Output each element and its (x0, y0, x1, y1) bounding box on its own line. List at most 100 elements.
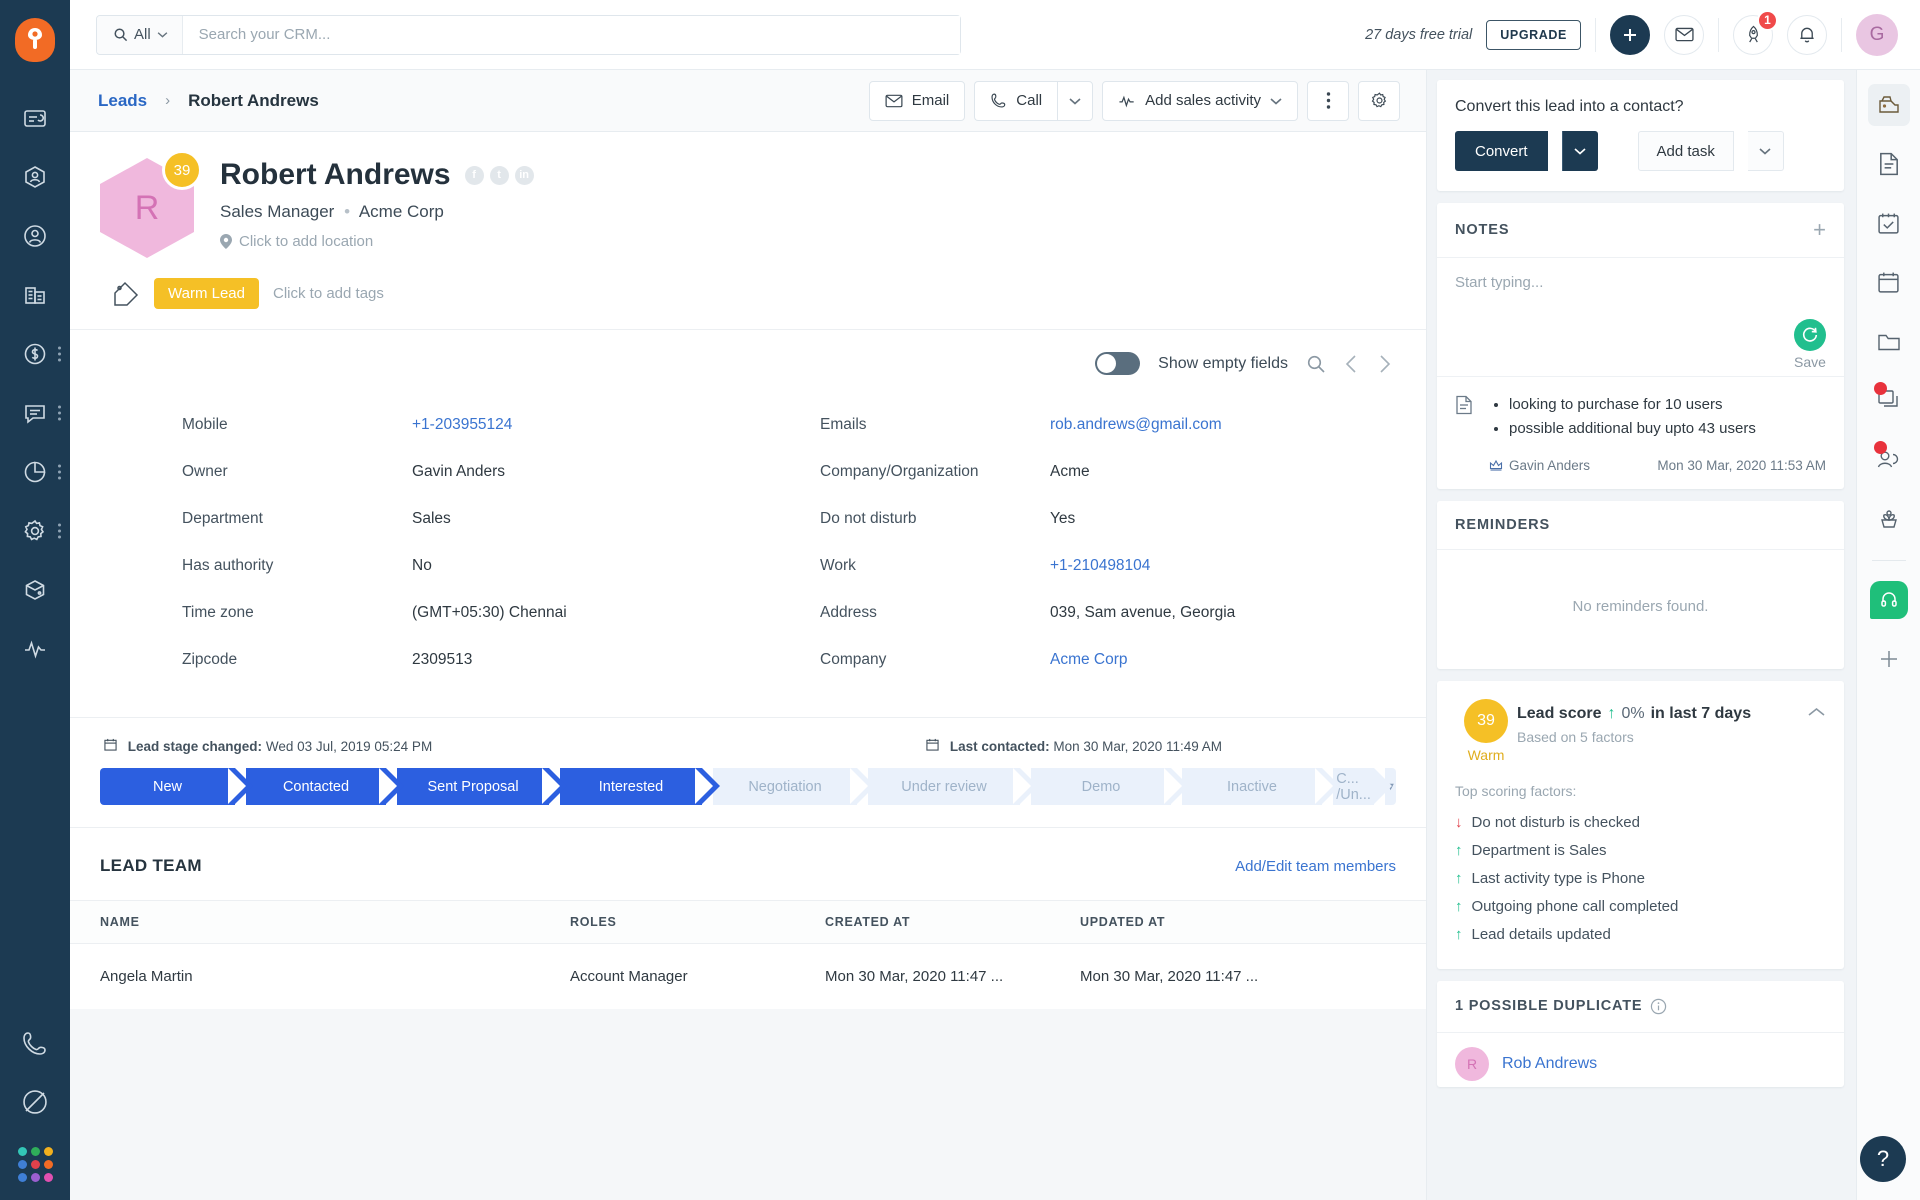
stage-contacted[interactable]: Contacted (228, 768, 404, 805)
rail-item-support-chat[interactable] (1868, 579, 1910, 621)
field-row: Mobile +1-203955124 (182, 401, 788, 448)
sidebar-item-reports[interactable] (0, 442, 70, 501)
highlights-icon (1878, 96, 1899, 113)
note-input-placeholder: Start typing... (1455, 274, 1544, 291)
column-header-updated-at: UPDATED AT (1070, 900, 1426, 944)
rail-item-tasks[interactable] (1868, 202, 1910, 244)
note-composer[interactable]: Start typing... Save (1437, 258, 1844, 376)
sidebar-item-contacts[interactable] (0, 206, 70, 265)
sidebar-more-deals[interactable] (58, 346, 61, 361)
search-scope-dropdown[interactable]: All (97, 15, 183, 54)
sidebar-more-reports[interactable] (58, 464, 61, 479)
rail-item-contacts[interactable] (1868, 438, 1910, 480)
rail-item-highlights[interactable] (1867, 84, 1910, 126)
divider (1841, 17, 1842, 52)
sidebar-more-conversations[interactable] (58, 405, 61, 420)
freshsales-logo[interactable] (15, 18, 55, 62)
add-button[interactable] (1610, 14, 1650, 55)
email-action-button[interactable]: Email (868, 80, 966, 121)
email-button[interactable] (1664, 14, 1704, 55)
calendar-icon (104, 738, 117, 751)
convert-button[interactable]: Convert (1455, 131, 1548, 171)
search-input[interactable] (182, 15, 960, 54)
convert-lead-card: Convert this lead into a contact? Conver… (1437, 80, 1844, 191)
stage-sent-proposal[interactable]: Sent Proposal (379, 768, 567, 805)
add-task-button[interactable]: Add task (1637, 131, 1734, 171)
add-sales-activity-button[interactable]: Add sales activity (1102, 80, 1298, 121)
breadcrumb-parent[interactable]: Leads (98, 91, 147, 111)
rail-item-appointments[interactable] (1868, 261, 1910, 303)
linkedin-icon[interactable]: in (514, 165, 534, 185)
field-value[interactable]: +1-210498104 (1050, 557, 1150, 575)
add-location-link[interactable]: Click to add location (220, 233, 1396, 250)
left-sidebar (0, 0, 70, 1200)
badge-indicator (1873, 441, 1887, 454)
sidebar-item-activity[interactable] (0, 619, 70, 678)
upgrade-button[interactable]: UPGRADE (1486, 19, 1581, 50)
field-value[interactable]: +1-203955124 (412, 416, 512, 434)
save-note-button[interactable]: Save (1794, 319, 1826, 370)
info-icon[interactable] (1650, 998, 1667, 1015)
whats-new-button[interactable]: 1 (1733, 9, 1778, 55)
sidebar-item-conversations[interactable] (0, 383, 70, 442)
sidebar-item-products[interactable] (0, 560, 70, 619)
stage-interested[interactable]: Interested (542, 768, 720, 805)
sidebar-more-settings[interactable] (58, 523, 61, 538)
sidebar-item-settings[interactable] (0, 501, 70, 560)
duplicate-name[interactable]: Rob Andrews (1502, 1055, 1597, 1073)
add-tags-link[interactable]: Click to add tags (273, 285, 384, 302)
table-row[interactable]: Angela Martin Account Manager Mon 30 Mar… (70, 944, 1426, 1010)
stage-demo[interactable]: Demo (1013, 768, 1189, 805)
rail-item-emails[interactable] (1868, 379, 1910, 421)
sidebar-item-accounts[interactable] (0, 265, 70, 324)
rail-item-notes[interactable] (1868, 143, 1910, 185)
rail-item-add[interactable] (1868, 638, 1910, 680)
arrow-up-icon: ↑ (1455, 926, 1463, 944)
facebook-icon[interactable]: f (464, 165, 484, 185)
call-action-button[interactable]: Call (974, 80, 1058, 121)
notifications-button[interactable] (1787, 14, 1827, 55)
show-empty-fields-toggle[interactable] (1095, 352, 1141, 375)
plus-icon (1880, 651, 1897, 667)
lead-score-badge: 39 (162, 150, 202, 190)
stage-under-review[interactable]: Under review (850, 768, 1038, 805)
notes-card: NOTES + Start typing... Save • looking t… (1437, 203, 1844, 489)
field-value[interactable]: rob.andrews@gmail.com (1050, 416, 1222, 434)
twitter-icon[interactable]: t (489, 165, 509, 185)
sidebar-item-dashboard[interactable] (0, 88, 70, 147)
settings-button[interactable] (1358, 80, 1400, 121)
user-avatar[interactable]: G (1856, 13, 1898, 56)
save-icon (1794, 319, 1826, 351)
convert-dropdown-button[interactable] (1561, 131, 1598, 171)
global-search[interactable]: All (96, 14, 961, 55)
previous-record-button[interactable] (1344, 354, 1359, 374)
lead-team-header: LEAD TEAM Add/Edit team members (70, 828, 1426, 900)
top-bar: All 27 days free trial UPGRADE 1 (70, 0, 1920, 70)
add-edit-team-members-link[interactable]: Add/Edit team members (1235, 858, 1396, 875)
stage-inactive[interactable]: Inactive (1164, 768, 1340, 805)
more-options-button[interactable] (1307, 80, 1349, 121)
add-task-dropdown-button[interactable] (1747, 131, 1784, 171)
call-dropdown-button[interactable] (1057, 80, 1094, 121)
sidebar-item-deals[interactable] (0, 324, 70, 383)
phone-icon[interactable] (0, 1013, 70, 1072)
field-value[interactable]: Acme Corp (1050, 651, 1128, 669)
help-button[interactable]: ? (1860, 1136, 1906, 1182)
field-label: Zipcode (182, 650, 238, 668)
collapse-lead-score-button[interactable] (1807, 699, 1826, 723)
app-switcher-icon[interactable] (17, 1147, 53, 1182)
rail-item-deals[interactable] (1868, 497, 1910, 539)
next-record-button[interactable] (1377, 354, 1392, 374)
status-badge[interactable]: Warm Lead (154, 278, 259, 309)
sidebar-item-leads[interactable] (0, 147, 70, 206)
stage-new[interactable]: New (100, 768, 253, 805)
note-footer: Gavin Anders Mon 30 Mar, 2020 11:53 AM (1489, 458, 1826, 473)
arrow-up-icon: ↑ (1455, 870, 1463, 888)
rail-item-files[interactable] (1868, 320, 1910, 362)
duplicate-item[interactable]: R Rob Andrews (1437, 1033, 1844, 1087)
fields-search-button[interactable] (1306, 354, 1326, 374)
freshsales-leaf-icon[interactable] (0, 1072, 70, 1131)
stage-negotiation[interactable]: Negotiation (695, 768, 875, 805)
add-note-icon[interactable]: + (1813, 219, 1826, 241)
lead-team-title: LEAD TEAM (100, 856, 202, 875)
